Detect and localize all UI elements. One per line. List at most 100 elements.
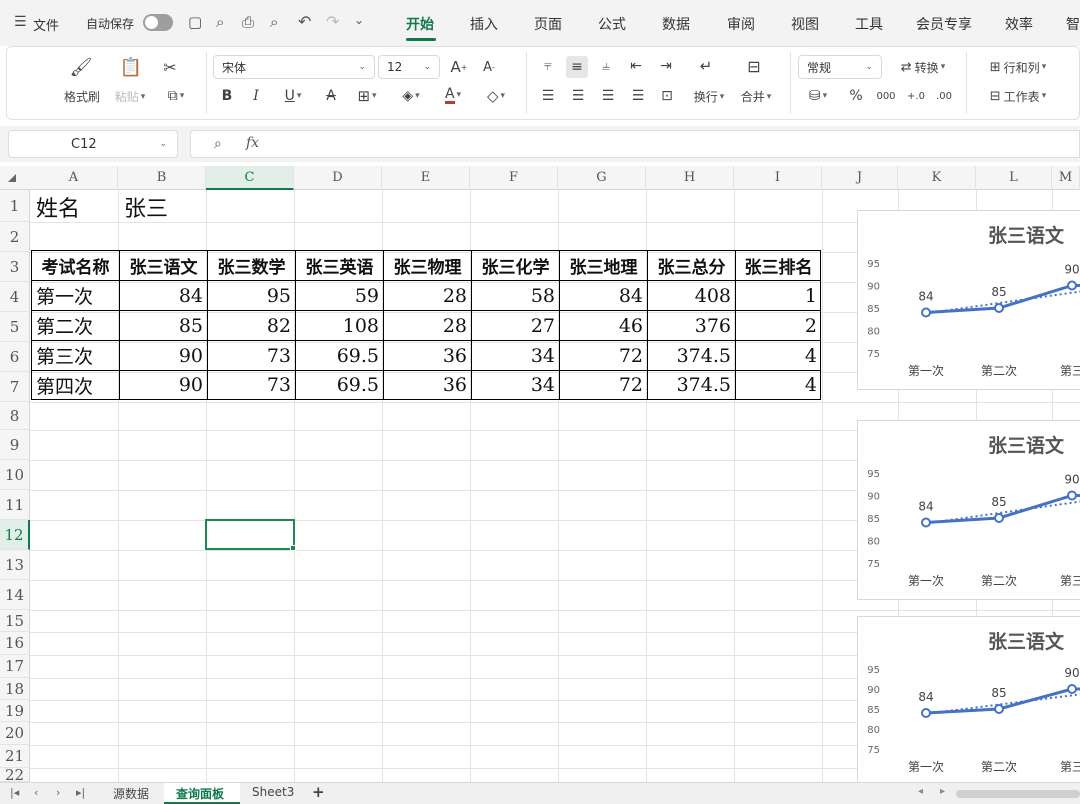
sheet-tab-sheet3[interactable]: Sheet3 [252, 785, 294, 799]
tab-home[interactable]: 开始 [406, 14, 434, 34]
table-header-cell[interactable]: 张三语文 [120, 251, 208, 281]
table-cell[interactable]: 90 [120, 341, 208, 371]
table-cell[interactable]: 90 [120, 371, 208, 399]
table-cell[interactable]: 36 [384, 371, 472, 399]
row-header-10[interactable]: 10 [0, 460, 30, 490]
currency-icon[interactable]: ⛁ ▾ [804, 86, 832, 106]
font-color-button[interactable]: A ▾ [438, 84, 468, 106]
select-all-corner[interactable] [8, 174, 16, 182]
column-header-e[interactable]: E [382, 166, 470, 190]
distribute-icon[interactable]: ⊡ [656, 86, 678, 106]
row-header-17[interactable]: 17 [0, 655, 30, 678]
row-header-9[interactable]: 9 [0, 430, 30, 460]
sheet-tab-query[interactable]: 查询面板 [176, 785, 224, 802]
table-cell[interactable]: 28 [384, 311, 472, 341]
row-header-19[interactable]: 19 [0, 700, 30, 722]
prev-sheet-icon[interactable]: ‹ [34, 786, 38, 799]
table-cell[interactable]: 85 [120, 311, 208, 341]
selected-cell-C12[interactable] [205, 519, 295, 550]
chart-chinese-2[interactable]: 张三语文 9590858075第一次第二次第三848590 [857, 420, 1080, 600]
wrap-icon[interactable]: ↵ [694, 56, 718, 76]
font-size-select[interactable]: 12 ⌄ [378, 55, 440, 79]
decrease-indent-icon[interactable]: ⇤ [626, 56, 646, 76]
column-header-m[interactable]: M [1052, 166, 1080, 190]
merge-label[interactable]: 合并 ▾ [736, 88, 776, 105]
file-menu[interactable]: 文件 [33, 15, 59, 34]
align-middle-icon[interactable]: ≡ [566, 56, 588, 78]
table-header-cell[interactable]: 张三物理 [384, 251, 472, 281]
fill-color-button[interactable]: ◈ ▾ [396, 86, 426, 106]
print-preview-icon[interactable]: ⌕ [270, 13, 278, 31]
redo-icon[interactable]: ↷ [326, 12, 339, 31]
align-center-icon[interactable]: ☰ [568, 86, 588, 106]
increase-decimal-icon[interactable]: +.0 [904, 86, 928, 106]
chart-chinese-3[interactable]: 张三语文 9590858075第一次第二次第三848590 [857, 616, 1080, 786]
increase-indent-icon[interactable]: ⇥ [656, 56, 676, 76]
row-header-18[interactable]: 18 [0, 678, 30, 700]
row-header-13[interactable]: 13 [0, 550, 30, 580]
column-header-d[interactable]: D [294, 166, 382, 190]
chart-chinese-1[interactable]: 张三语文 9590858075第一次第二次第三848590 [857, 210, 1080, 390]
row-header-22[interactable]: 22 [0, 766, 30, 784]
align-bottom-icon[interactable]: ⫨ [596, 56, 616, 76]
format-painter-label[interactable]: 格式刷 [60, 88, 104, 105]
row-header-4[interactable]: 4 [0, 282, 30, 312]
table-header-cell[interactable]: 张三数学 [208, 251, 296, 281]
tab-view[interactable]: 视图 [791, 14, 819, 34]
row-header-3[interactable]: 3 [0, 252, 30, 282]
cut-icon[interactable]: ✂ [158, 57, 182, 77]
table-cell[interactable]: 73 [208, 341, 296, 371]
row-header-16[interactable]: 16 [0, 632, 30, 655]
name-box[interactable]: C12 ⌄ [8, 130, 178, 158]
print-icon[interactable]: ⎙ [242, 13, 254, 31]
next-sheet-icon[interactable]: › [56, 786, 60, 799]
row-header-12[interactable]: 12 [0, 520, 30, 550]
tab-page[interactable]: 页面 [534, 14, 562, 34]
undo-icon[interactable]: ↶ [298, 12, 311, 31]
chevron-down-icon[interactable]: ⌄ [159, 139, 167, 149]
column-header-j[interactable]: J [822, 166, 898, 190]
table-cell[interactable]: 108 [296, 311, 384, 341]
tab-tools[interactable]: 工具 [855, 14, 883, 34]
formula-input[interactable] [190, 130, 1080, 158]
table-cell[interactable]: 84 [120, 281, 208, 311]
tab-efficiency[interactable]: 效率 [1005, 14, 1033, 34]
table-cell[interactable]: 第四次 [32, 371, 120, 399]
table-cell[interactable]: 1 [736, 281, 821, 311]
merge-icon[interactable]: ⊟ [742, 56, 766, 76]
row-header-11[interactable]: 11 [0, 490, 30, 520]
font-name-select[interactable]: 宋体 ⌄ [213, 55, 375, 79]
tab-smart[interactable]: 智 [1066, 14, 1080, 34]
table-cell[interactable]: 34 [472, 341, 560, 371]
underline-button[interactable]: U ▾ [278, 86, 308, 106]
save-icon[interactable]: ▢ [188, 13, 202, 31]
number-format-select[interactable]: 常规 ⌄ [798, 55, 882, 79]
horizontal-scrollbar[interactable] [956, 790, 1080, 798]
table-cell[interactable]: 84 [560, 281, 648, 311]
table-header-cell[interactable]: 张三英语 [296, 251, 384, 281]
table-header-cell[interactable]: 张三化学 [472, 251, 560, 281]
clear-icon[interactable]: ◇ ▾ [480, 86, 512, 106]
table-cell[interactable]: 4 [736, 341, 821, 371]
sheet-tab-source[interactable]: 源数据 [113, 785, 149, 802]
copy-icon[interactable]: ⧉ ▾ [160, 86, 192, 106]
italic-button[interactable]: I [246, 86, 266, 106]
column-header-g[interactable]: G [558, 166, 646, 190]
format-painter-icon[interactable]: 🖌 [68, 56, 94, 78]
percent-button[interactable]: % [846, 86, 866, 106]
table-header-cell[interactable]: 张三地理 [560, 251, 648, 281]
chevron-down-icon[interactable]: ⌄ [354, 13, 364, 27]
strikethrough-button[interactable]: A [320, 86, 342, 106]
table-cell[interactable]: 58 [472, 281, 560, 311]
tab-member[interactable]: 会员专享 [916, 14, 972, 34]
tab-formula[interactable]: 公式 [598, 14, 626, 34]
align-left-icon[interactable]: ☰ [538, 86, 558, 106]
table-cell[interactable]: 374.5 [648, 341, 736, 371]
last-sheet-icon[interactable]: ▸| [76, 786, 85, 799]
table-cell[interactable]: 34 [472, 371, 560, 399]
table-cell[interactable]: 69.5 [296, 341, 384, 371]
row-header-7[interactable]: 7 [0, 372, 30, 402]
row-header-15[interactable]: 15 [0, 610, 30, 632]
first-sheet-icon[interactable]: |◂ [10, 786, 19, 799]
column-header-b[interactable]: B [118, 166, 206, 190]
